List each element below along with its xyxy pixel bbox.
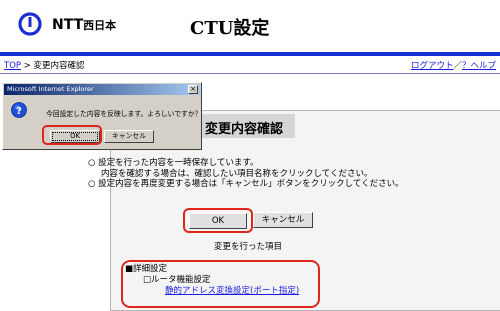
dialog-close-button[interactable]: × — [188, 85, 198, 94]
dialog-ok-highlight — [42, 125, 102, 145]
breadcrumb-top-link[interactable]: TOP — [4, 61, 21, 71]
dialog-cancel-button[interactable]: キャンセル — [104, 130, 154, 143]
logo-sub: 西日本 — [83, 19, 117, 32]
ok-button-highlight — [183, 208, 253, 233]
top-nav: ログアウト／？ヘルプ — [411, 59, 496, 71]
details-highlight — [121, 260, 320, 308]
breadcrumb-row: TOP > 変更内容確認 ログアウト／？ヘルプ — [0, 58, 500, 72]
breadcrumb: TOP > 変更内容確認 — [4, 59, 85, 71]
dialog-titlebar[interactable]: Microsoft Internet Explorer × — [4, 84, 200, 95]
dialog-message: 今回設定した内容を反映します。よろしいですか？ — [46, 110, 202, 118]
logout-link[interactable]: ログアウト — [411, 61, 454, 71]
svg-text:?: ? — [16, 106, 22, 117]
header: NTT西日本 CTU設定 — [0, 0, 500, 53]
divider — [0, 73, 500, 74]
confirm-dialog: Microsoft Internet Explorer × ? 今回設定した内容… — [2, 82, 202, 150]
cancel-button[interactable]: キャンセル — [253, 212, 313, 228]
logo-ntt: NTT — [52, 17, 84, 33]
page-title: CTU設定 — [190, 18, 270, 39]
header-accent-bar — [0, 52, 500, 56]
changed-items-label: 変更を行った項目 — [214, 242, 283, 252]
question-icon: ? — [11, 102, 27, 118]
nav-separator: ／ — [453, 61, 462, 71]
breadcrumb-separator: > — [21, 61, 34, 71]
logo-text: NTT西日本 — [52, 17, 116, 33]
panel-heading: 変更内容確認 — [205, 122, 284, 137]
dialog-title: Microsoft Internet Explorer — [7, 85, 94, 93]
help-link[interactable]: ？ヘルプ — [462, 61, 496, 71]
breadcrumb-current: 変更内容確認 — [33, 61, 85, 71]
note-2: ○ 設定内容を再度変更する場合は「キャンセル」ボタンをクリックしてください。 — [88, 179, 404, 189]
note-1-line-1: ○ 設定を行った内容を一時保存しています。 — [88, 158, 259, 168]
note-1-line-2: 内容を確認する場合は、確認したい項目名称をクリックしてください。 — [101, 168, 373, 179]
instructions: ○ 設定を行った内容を一時保存しています。 内容を確認する場合は、確認したい項目… — [88, 158, 404, 190]
ntt-logo-icon — [18, 12, 42, 36]
